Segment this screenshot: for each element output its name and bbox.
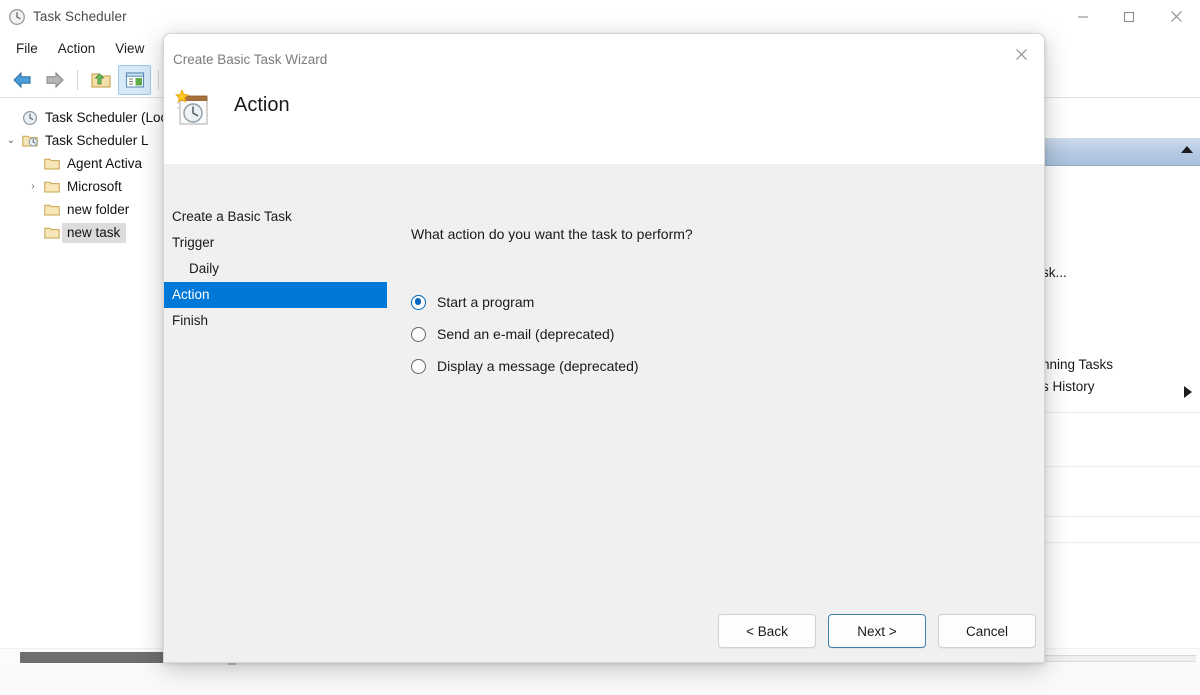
tree-item-label: Agent Activa — [62, 156, 142, 171]
task-folder-icon — [20, 133, 40, 149]
actions-pane-separator — [1042, 466, 1200, 467]
menu-file[interactable]: File — [6, 38, 48, 60]
tree-item-label: Microsoft — [62, 179, 122, 194]
wizard-step-list: Create a Basic Task Trigger Daily Action… — [164, 204, 387, 334]
actions-pane[interactable]: sk... nning Tasks s History — [1041, 98, 1200, 648]
tree-item-label: new task — [62, 223, 126, 243]
radio-label: Start a program — [437, 294, 534, 310]
dialog-header: Create Basic Task Wizard Action — [164, 34, 1044, 164]
folder-icon — [42, 156, 62, 172]
minimize-button[interactable] — [1060, 0, 1106, 33]
up-folder-icon[interactable] — [85, 66, 116, 94]
radio-label: Send an e-mail (deprecated) — [437, 326, 614, 342]
menu-view[interactable]: View — [105, 38, 154, 60]
actions-pane-item[interactable]: nning Tasks — [1042, 354, 1200, 376]
window-title-bar: Task Scheduler — [0, 0, 1200, 33]
toolbar-separator-2 — [158, 70, 159, 90]
close-button[interactable] — [1152, 0, 1200, 33]
wizard-step-create-a-basic-task[interactable]: Create a Basic Task — [164, 204, 387, 230]
back-icon[interactable] — [6, 66, 37, 94]
actions-pane-separator — [1042, 542, 1200, 543]
tree-item-label: new folder — [62, 202, 129, 217]
radio-option-start-a-program[interactable]: Start a program — [411, 286, 639, 318]
clock-icon — [20, 110, 40, 126]
clock-icon — [8, 8, 26, 26]
wizard-step-daily[interactable]: Daily — [164, 256, 387, 282]
radio-button-selected-icon[interactable] — [411, 295, 426, 310]
wizard-step-trigger[interactable]: Trigger — [164, 230, 387, 256]
actions-pane-separator — [1042, 516, 1200, 517]
show-hide-console-tree-icon[interactable] — [118, 65, 151, 95]
actions-pane-header — [1042, 138, 1200, 166]
next-button[interactable]: Next > — [828, 614, 926, 648]
forward-icon[interactable] — [39, 66, 70, 94]
create-basic-task-icon — [171, 86, 217, 132]
folder-icon — [42, 179, 62, 195]
scrollbar-thumb-tree[interactable] — [20, 652, 186, 663]
back-button[interactable]: < Back — [718, 614, 816, 648]
cancel-button[interactable]: Cancel — [938, 614, 1036, 648]
toolbar-separator — [77, 70, 78, 90]
submenu-arrow-icon[interactable] — [1184, 386, 1192, 398]
radio-button-icon[interactable] — [411, 327, 426, 342]
dialog-close-button[interactable] — [998, 34, 1044, 74]
folder-icon — [42, 225, 62, 241]
window-controls — [1060, 0, 1200, 33]
create-basic-task-wizard-dialog: Create Basic Task Wizard Action — [163, 33, 1045, 663]
dialog-button-row: < Back Next > Cancel — [718, 614, 1036, 648]
dialog-footer: < Back Next > Cancel — [164, 630, 1044, 662]
tree-item-label: Task Scheduler L — [40, 133, 149, 148]
radio-option-display-a-message[interactable]: Display a message (deprecated) — [411, 350, 639, 382]
actions-pane-item[interactable]: sk... — [1042, 262, 1200, 284]
radio-button-icon[interactable] — [411, 359, 426, 374]
status-bar — [0, 666, 1200, 695]
dialog-body: Create a Basic Task Trigger Daily Action… — [164, 164, 1044, 630]
wizard-step-action[interactable]: Action — [164, 282, 387, 308]
actions-pane-item[interactable]: s History — [1042, 376, 1200, 398]
maximize-button[interactable] — [1106, 0, 1152, 33]
actions-pane-separator — [1042, 412, 1200, 413]
window-title: Task Scheduler — [33, 9, 127, 24]
radio-label: Display a message (deprecated) — [437, 358, 639, 374]
screen: Task Scheduler File Action View — [0, 0, 1200, 695]
tree-item-label: Task Scheduler (Loca — [40, 110, 175, 125]
menu-action[interactable]: Action — [48, 38, 106, 60]
chevron-down-icon[interactable]: ⌄ — [2, 135, 20, 146]
dialog-title: Create Basic Task Wizard — [173, 52, 327, 67]
folder-icon — [42, 202, 62, 218]
radio-option-send-an-email[interactable]: Send an e-mail (deprecated) — [411, 318, 639, 350]
collapse-triangle-icon[interactable] — [1181, 146, 1193, 153]
dialog-heading: Action — [234, 94, 290, 117]
question-text: What action do you want the task to perf… — [411, 226, 693, 242]
wizard-step-finish[interactable]: Finish — [164, 308, 387, 334]
chevron-right-icon[interactable]: › — [24, 181, 42, 192]
action-radio-group: Start a program Send an e-mail (deprecat… — [411, 286, 639, 382]
